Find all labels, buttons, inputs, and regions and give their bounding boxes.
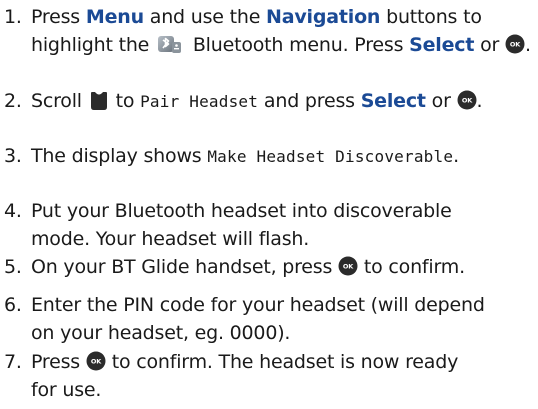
ok-button-icon: [86, 351, 106, 371]
step-text: On your BT Glide handset, press to confi…: [31, 253, 537, 281]
step-text: The display shows Make Headset Discovera…: [31, 142, 537, 171]
display-text-make-discoverable: Make Headset Discoverable: [207, 147, 454, 166]
step-text-part: .: [524, 34, 531, 56]
keyword-menu: Menu: [85, 6, 144, 28]
step-text: Scroll to Pair Headset and press Select …: [31, 87, 537, 116]
scroll-down-icon: [90, 92, 107, 110]
keyword-select: Select: [409, 34, 475, 56]
ok-button-icon: [457, 90, 477, 110]
step-number: 4.: [4, 200, 22, 222]
step-text: Enter the PIN code for your headset (wil…: [31, 294, 485, 344]
step-text-part: to confirm.: [358, 256, 465, 278]
step-text: Put your Bluetooth headset into discover…: [31, 200, 452, 250]
step-number: 1.: [4, 6, 22, 28]
ok-button-icon: [505, 34, 525, 54]
ok-button-icon: [338, 256, 358, 276]
step-number: 6.: [4, 294, 22, 316]
step-text-part: On your BT Glide handset, press: [31, 256, 339, 278]
step-text-part: Press: [31, 351, 86, 373]
step-text-part: The display shows: [31, 145, 208, 167]
step-number: 2.: [4, 90, 22, 112]
step-text-part: Scroll: [31, 90, 88, 112]
step-text-part: and use the: [143, 6, 267, 28]
keyword-navigation: Navigation: [266, 6, 381, 28]
step-text: Press to confirm. The headset is now rea…: [31, 348, 471, 404]
step-text-part: to: [109, 90, 141, 112]
step-text-part: Press: [31, 6, 86, 28]
step-text-part: or: [425, 90, 457, 112]
step-number: 5.: [4, 256, 22, 278]
step-text-part: .: [453, 145, 459, 167]
step-number: 7.: [4, 351, 22, 373]
keyword-select: Select: [360, 90, 426, 112]
display-text-pair-headset: Pair Headset: [140, 92, 259, 111]
step-text: Press Menu and use the Navigation button…: [31, 3, 537, 59]
step-text-part: .: [476, 90, 483, 112]
bluetooth-menu-icon: [158, 36, 181, 53]
step-text-part: or: [474, 34, 505, 56]
step-number: 3.: [4, 145, 22, 167]
step-text-part: Bluetooth menu. Press: [187, 34, 410, 56]
step-text-part: and press: [258, 90, 361, 112]
